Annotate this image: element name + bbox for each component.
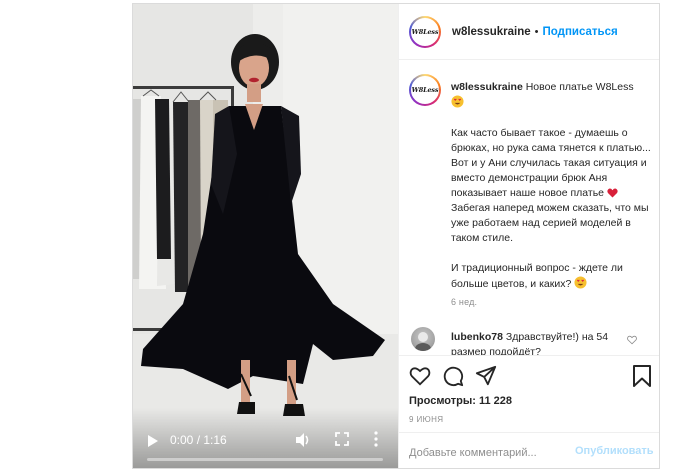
header-username[interactable]: w8lessukraine (452, 26, 531, 38)
heart-icon[interactable] (409, 365, 431, 387)
video-controls: 0:00 / 1:16 (133, 408, 398, 468)
caption-avatar[interactable]: W8Less (409, 74, 441, 106)
instagram-post: 0:00 / 1:16 W8Less w8lessukraine • Подпи… (132, 3, 660, 469)
video-progress-bar[interactable] (147, 458, 383, 461)
caption-body: w8lessukraine Новое платье W8Less Как ча… (451, 80, 651, 292)
caption-timestamp[interactable]: 6 нед. (451, 297, 477, 307)
bookmark-icon[interactable] (633, 365, 651, 387)
avatar-logo-text: W8Less (411, 86, 439, 94)
red-heart-emoji (607, 188, 618, 198)
caption-paragraph-1-cont: Забегая наперед можем сказать, что мы уж… (451, 202, 649, 244)
video-time: 0:00 / 1:16 (170, 433, 227, 447)
comment-heart-icon[interactable] (627, 335, 637, 345)
share-icon[interactable] (475, 365, 497, 387)
header-separator: • (534, 25, 539, 38)
comment-body: lubenko78 Здравствуйте!) на 54 размер по… (451, 330, 621, 355)
comment-input[interactable] (409, 444, 569, 462)
comment-avatar[interactable] (411, 327, 435, 351)
add-comment-bar: Опубликовать (399, 432, 659, 468)
play-icon[interactable] (147, 434, 159, 448)
more-vertical-icon[interactable] (373, 431, 379, 447)
post-date: 9 ИЮНЯ (409, 415, 444, 424)
avatar-logo-text: W8Less (411, 27, 439, 36)
comments-section: W8Less w8lessukraine Новое платье W8Less… (399, 61, 659, 355)
post-video[interactable]: 0:00 / 1:16 (133, 4, 398, 468)
post-actions: Просмотры: 11 228 9 ИЮНЯ Опубликовать (399, 355, 659, 468)
caption-paragraph-2: И традиционный вопрос - ждете ли больше … (451, 262, 623, 290)
avatar[interactable]: W8Less (409, 15, 441, 48)
post-header: W8Less w8lessukraine • Подписаться (399, 4, 659, 60)
caption-paragraph-1: Как часто бывает такое - думаешь о брюка… (451, 127, 651, 199)
comment-icon[interactable] (442, 365, 464, 387)
caption-username[interactable]: w8lessukraine (451, 81, 523, 93)
fullscreen-icon[interactable] (335, 432, 349, 446)
heart-eyes-emoji (451, 95, 464, 108)
heart-eyes-emoji (574, 276, 587, 289)
video-frame (133, 4, 398, 468)
caption-intro: Новое платье W8Less (525, 81, 634, 93)
page: 0:00 / 1:16 W8Less w8lessukraine • Подпи… (0, 0, 700, 472)
post-side-panel: W8Less w8lessukraine • Подписаться W8Les… (398, 4, 659, 468)
follow-button[interactable]: Подписаться (543, 26, 618, 38)
comment-username[interactable]: lubenko78 (451, 331, 503, 343)
view-count[interactable]: Просмотры: 11 228 (409, 395, 512, 407)
volume-icon[interactable] (295, 432, 311, 448)
publish-button[interactable]: Опубликовать (575, 445, 654, 457)
